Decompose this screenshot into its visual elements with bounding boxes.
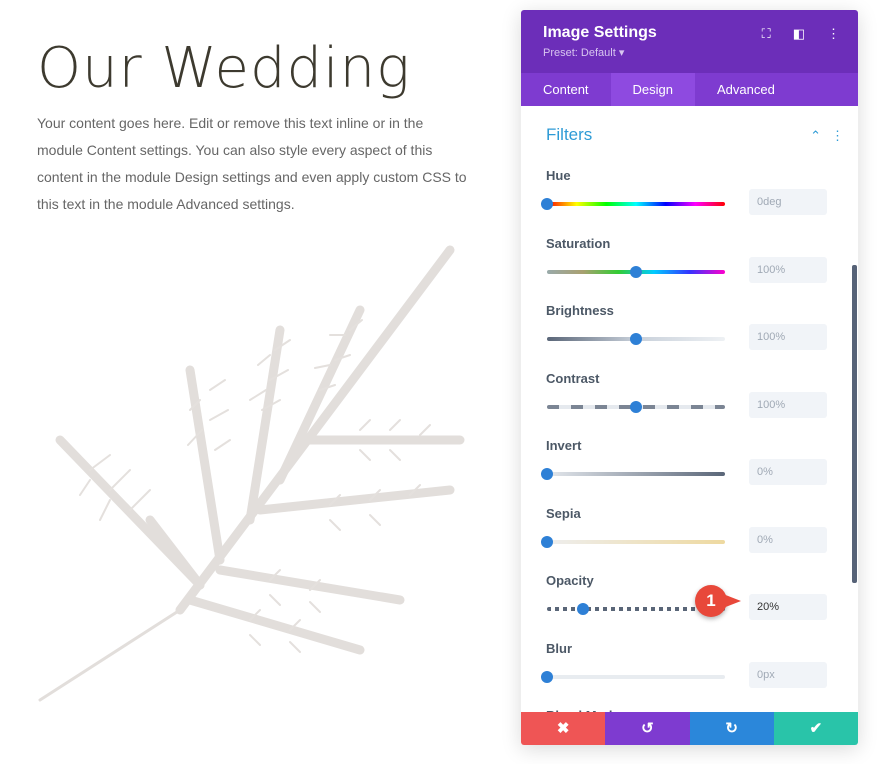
slider-handle[interactable] <box>541 198 553 210</box>
slider-handle[interactable] <box>630 333 642 345</box>
annotation-badge: 1 <box>695 585 741 617</box>
tab-content[interactable]: Content <box>521 73 611 106</box>
slider-handle[interactable] <box>576 603 589 615</box>
filter-row-saturation: Saturation 100% <box>546 235 836 283</box>
slider-track[interactable] <box>547 539 725 544</box>
filter-label: Contrast <box>546 370 600 386</box>
filter-row-blur: Blur 0px <box>541 640 836 688</box>
image-settings-panel: Image Settings Preset: Default ▾ ⛶ ◧ ⋮ C… <box>521 10 858 745</box>
filter-value-input[interactable]: 100% <box>749 391 827 418</box>
cancel-button[interactable]: ✖ <box>521 712 606 745</box>
slider-track[interactable] <box>547 202 725 206</box>
filter-label: Hue <box>546 168 571 183</box>
collapse-icon[interactable]: ⌃ <box>810 128 821 144</box>
filter-label: Sepia <box>546 505 581 521</box>
slider-track[interactable] <box>547 472 725 476</box>
filter-label: Brightness <box>546 303 614 318</box>
filter-row-opacity: Opacity 20% <box>546 573 836 620</box>
filter-value-input[interactable]: 100% <box>749 256 827 283</box>
filter-row-brightness: Brightness 100% <box>546 303 836 350</box>
section-menu-icon[interactable]: ⋮ <box>831 128 844 144</box>
body-text: Your content goes here. Edit or remove t… <box>37 115 467 212</box>
filter-value-input[interactable]: 0% <box>749 526 827 553</box>
filter-value-input[interactable]: 0deg <box>749 189 827 215</box>
scrollbar[interactable] <box>852 265 857 583</box>
filter-label: Invert <box>546 438 582 453</box>
panel-footer: ✖ ↺ ↻ ✔ <box>521 712 858 745</box>
slider-handle[interactable] <box>630 400 642 413</box>
filter-label: Opacity <box>546 573 594 588</box>
panel-tabs: Content Design Advanced <box>521 73 858 106</box>
slider-handle[interactable] <box>541 468 553 480</box>
slider-handle[interactable] <box>630 265 642 278</box>
more-options-icon[interactable]: ⋮ <box>827 26 840 42</box>
filters-section: Filters ⌃ ⋮ Hue 0deg Saturation 100% Brightne… <box>521 116 858 714</box>
preset-dropdown[interactable]: Preset: Default ▾ <box>543 46 836 59</box>
slider-handle[interactable] <box>541 535 553 548</box>
save-button[interactable]: ✔ <box>773 712 858 745</box>
slider-handle[interactable] <box>541 670 553 683</box>
undo-button[interactable]: ↺ <box>605 712 690 745</box>
filter-row-hue: Hue 0deg <box>541 168 836 215</box>
filter-row-sepia: Sepia 0% <box>541 505 836 553</box>
redo-button[interactable]: ↻ <box>689 712 774 745</box>
filter-value-input[interactable]: 100% <box>749 324 827 350</box>
fullscreen-icon[interactable]: ⛶ <box>762 26 771 42</box>
panel-header: Image Settings Preset: Default ▾ ⛶ ◧ ⋮ <box>521 10 858 73</box>
page-title: Our Wedding <box>37 36 411 101</box>
fern-image <box>38 245 465 702</box>
filter-row-invert: Invert 0% <box>541 438 836 485</box>
slider-track[interactable] <box>547 674 725 679</box>
filter-value-input[interactable]: 0% <box>749 459 827 485</box>
split-view-icon[interactable]: ◧ <box>793 26 805 42</box>
filter-row-contrast: Contrast 100% <box>546 370 836 418</box>
section-title[interactable]: Filters <box>546 125 592 145</box>
tab-design[interactable]: Design <box>610 73 696 106</box>
filter-label: Saturation <box>546 235 611 251</box>
filter-label: Blur <box>546 640 572 656</box>
tab-advanced[interactable]: Advanced <box>695 73 797 106</box>
filter-value-input[interactable]: 0px <box>749 661 827 688</box>
filter-value-input[interactable]: 20% <box>749 594 827 620</box>
